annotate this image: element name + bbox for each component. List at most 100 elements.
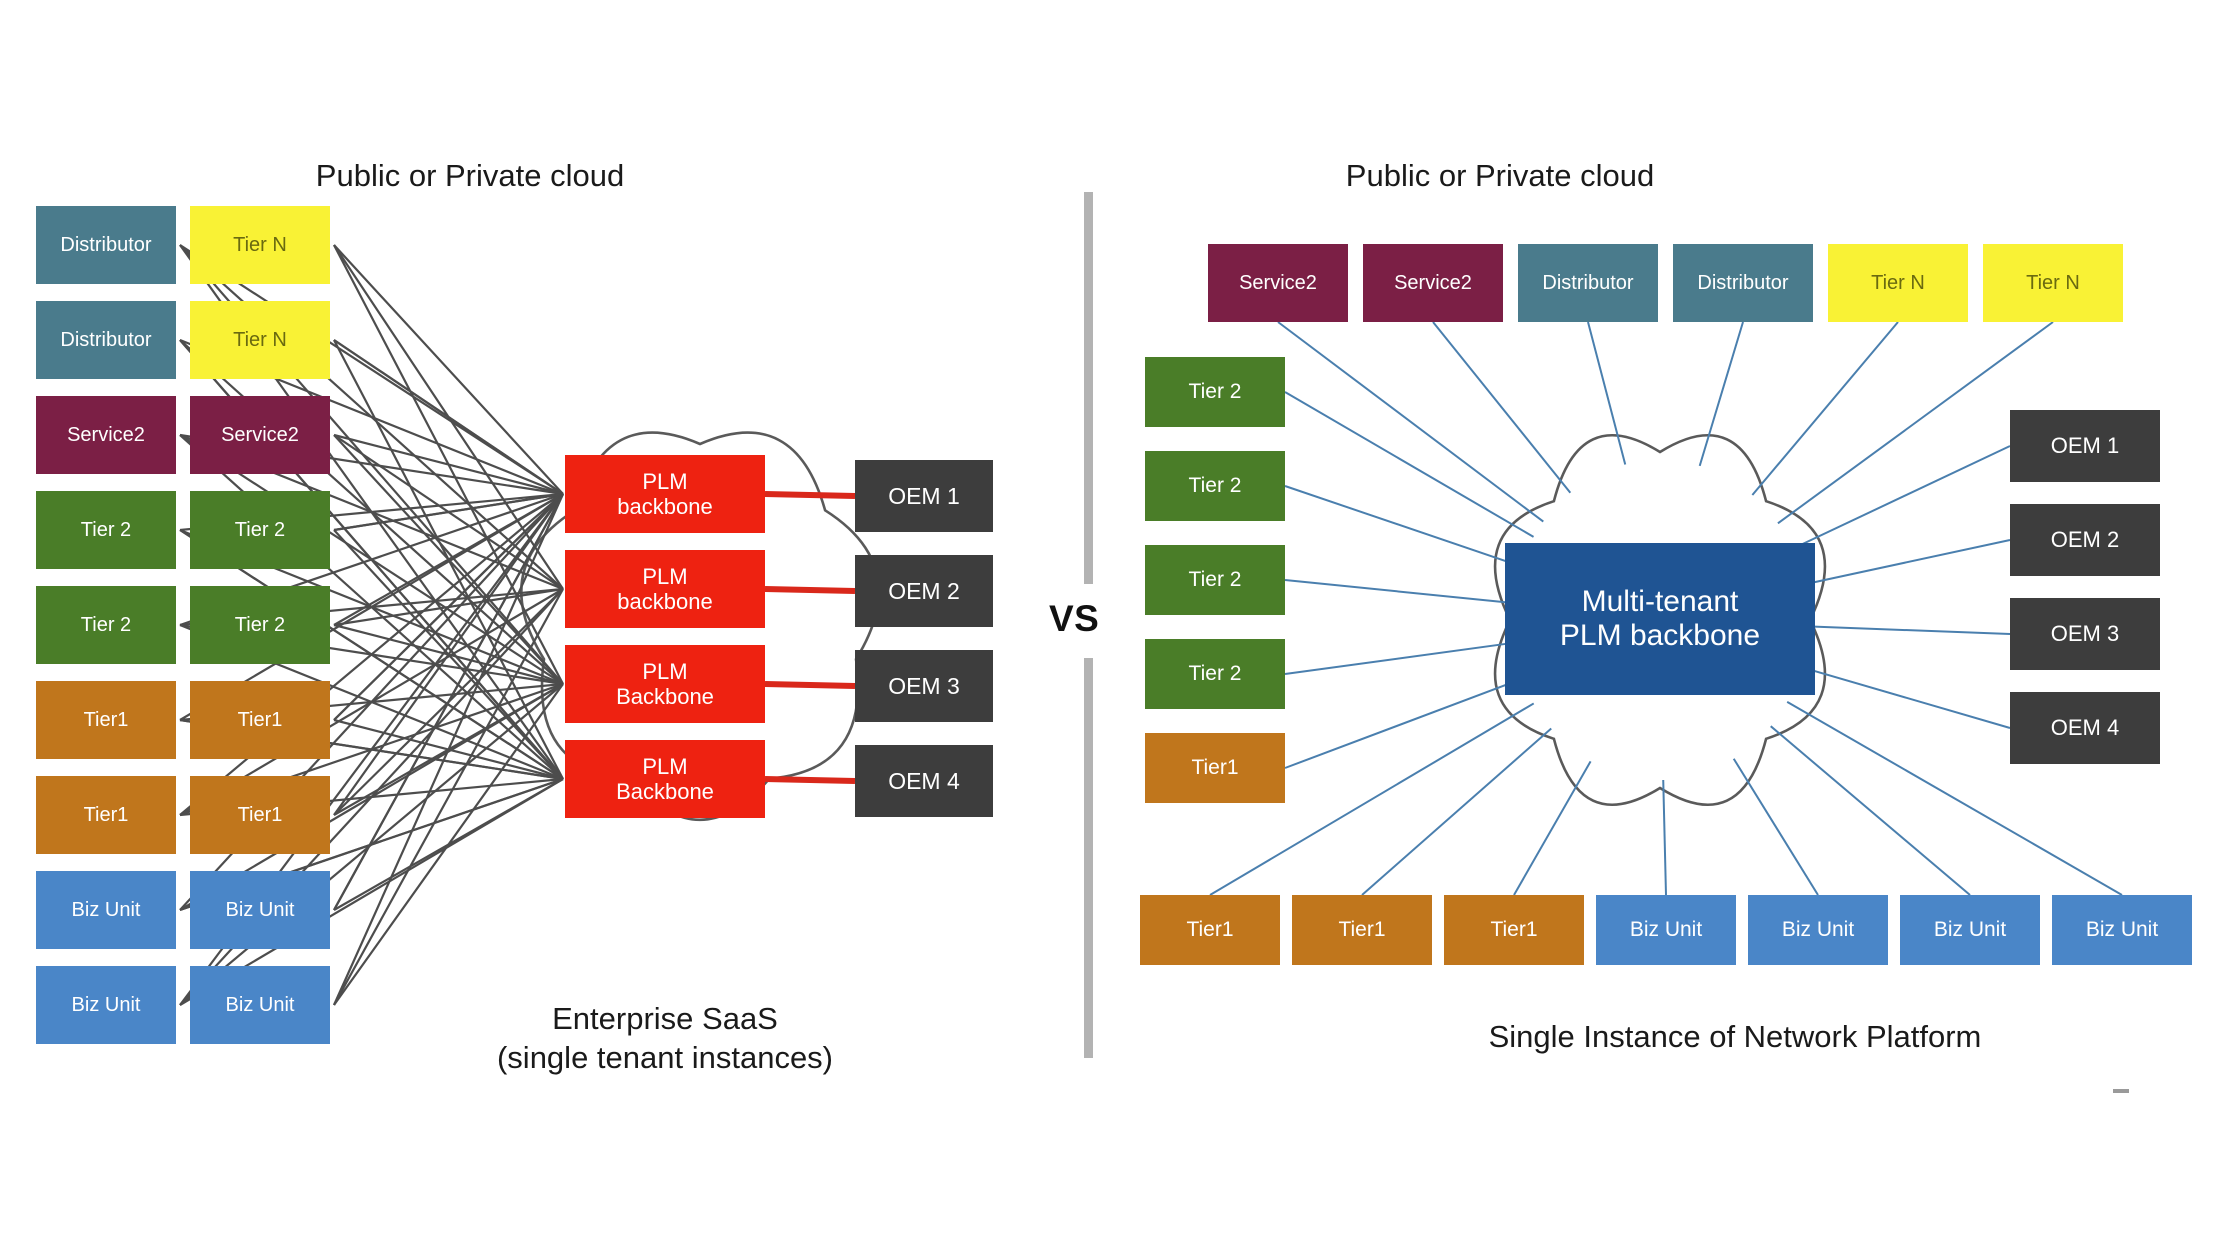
left-tenant-tier-n-3[interactable]: Tier N	[190, 301, 330, 379]
right-top-service2-0[interactable]: Service2	[1208, 244, 1348, 322]
right-left-tier-2-0[interactable]: Tier 2	[1145, 357, 1285, 427]
right-bottom-biz-unit-3[interactable]: Biz Unit	[1596, 895, 1736, 965]
right-left-tier1-4-label: Tier1	[1191, 755, 1239, 779]
connector-line	[1361, 727, 1552, 896]
right-top-service2-1[interactable]: Service2	[1363, 244, 1503, 322]
left-tenant-biz-unit-14-label: Biz Unit	[71, 898, 141, 921]
connector-line	[1284, 677, 1523, 769]
left-tenant-service2-5-label: Service2	[221, 423, 299, 446]
left-tenant-tier-n-1[interactable]: Tier N	[190, 206, 330, 284]
left-tenant-tier-2-9[interactable]: Tier 2	[190, 586, 330, 664]
right-bottom-biz-unit-4[interactable]: Biz Unit	[1748, 895, 1888, 965]
right-left-tier-2-3[interactable]: Tier 2	[1145, 639, 1285, 709]
left-tenant-biz-unit-16[interactable]: Biz Unit	[36, 966, 176, 1044]
right-left-tier-2-2[interactable]: Tier 2	[1145, 545, 1285, 615]
left-oem-1[interactable]: OEM 1	[855, 460, 993, 532]
left-tenant-biz-unit-15-label: Biz Unit	[225, 898, 295, 921]
right-bottom-tier1-0-label: Tier1	[1186, 917, 1234, 941]
left-tenant-tier-2-6[interactable]: Tier 2	[36, 491, 176, 569]
connector-line	[1284, 485, 1521, 568]
left-tenant-distributor-0[interactable]: Distributor	[36, 206, 176, 284]
connector-line	[1662, 779, 1667, 896]
left-oem-3[interactable]: OEM 3	[855, 650, 993, 722]
right-oem-4-label: OEM 4	[2050, 715, 2120, 741]
connector-line	[1284, 579, 1513, 605]
connector-line	[333, 339, 564, 495]
right-oem-4[interactable]: OEM 4	[2010, 692, 2160, 764]
left-tenant-biz-unit-15[interactable]: Biz Unit	[190, 871, 330, 949]
connector-line	[1807, 625, 2011, 635]
connector-line	[333, 587, 564, 627]
connector-line	[764, 776, 856, 784]
connector-line	[1770, 725, 1971, 896]
multi-tenant-plm-backbone-box-label: Multi-tenant PLM backbone	[1559, 584, 1761, 653]
left-plm-backbone-3[interactable]: PLM Backbone	[565, 645, 765, 723]
connector-line	[333, 718, 564, 781]
connector-line	[333, 588, 564, 816]
right-bottom-tier1-2[interactable]: Tier1	[1444, 895, 1584, 965]
left-plm-backbone-1[interactable]: PLM backbone	[565, 455, 765, 533]
left-caption: Enterprise SaaS (single tenant instances…	[496, 1001, 834, 1075]
left-tenant-tier1-12[interactable]: Tier1	[36, 776, 176, 854]
right-top-tier-n-5[interactable]: Tier N	[1983, 244, 2123, 322]
left-tenant-distributor-2[interactable]: Distributor	[36, 301, 176, 379]
connector-line	[764, 586, 856, 594]
left-tenant-service2-5[interactable]: Service2	[190, 396, 330, 474]
left-plm-backbone-2[interactable]: PLM backbone	[565, 550, 765, 628]
connector-line	[1284, 391, 1535, 538]
left-tenant-tier1-10[interactable]: Tier1	[36, 681, 176, 759]
right-oem-2-label: OEM 2	[2050, 527, 2120, 553]
connector-line	[764, 491, 856, 499]
right-bottom-tier1-1[interactable]: Tier1	[1292, 895, 1432, 965]
connector-line	[764, 681, 856, 689]
right-top-distributor-2[interactable]: Distributor	[1518, 244, 1658, 322]
connector-line	[333, 244, 564, 685]
stray-artifact-mark	[2113, 1089, 2129, 1093]
vs-label: VS	[1049, 598, 1100, 639]
connector-line	[333, 683, 564, 816]
left-tenant-tier-n-1-label: Tier N	[233, 233, 287, 256]
right-oem-1[interactable]: OEM 1	[2010, 410, 2160, 482]
left-tenant-tier-2-7[interactable]: Tier 2	[190, 491, 330, 569]
right-oem-3[interactable]: OEM 3	[2010, 598, 2160, 670]
connector-line	[333, 778, 564, 911]
right-oem-2[interactable]: OEM 2	[2010, 504, 2160, 576]
connector-line	[1277, 321, 1544, 523]
right-top-tier-n-4[interactable]: Tier N	[1828, 244, 1968, 322]
connector-line	[333, 434, 564, 685]
left-oem-1-label: OEM 1	[888, 482, 960, 509]
left-tenant-tier1-13[interactable]: Tier1	[190, 776, 330, 854]
left-oem-2[interactable]: OEM 2	[855, 555, 993, 627]
right-bottom-biz-unit-6[interactable]: Biz Unit	[2052, 895, 2192, 965]
right-bottom-biz-unit-5-label: Biz Unit	[1933, 917, 2007, 941]
right-top-distributor-2-label: Distributor	[1542, 271, 1634, 294]
left-oem-2-label: OEM 2	[888, 577, 960, 604]
left-tenant-tier-n-3-label: Tier N	[233, 328, 287, 351]
right-bottom-biz-unit-4-label: Biz Unit	[1781, 917, 1855, 941]
right-left-tier-2-1[interactable]: Tier 2	[1145, 451, 1285, 521]
vs-divider-top	[1084, 192, 1093, 584]
connector-line	[1698, 321, 1744, 467]
left-oem-4[interactable]: OEM 4	[855, 745, 993, 817]
connector-line	[1587, 321, 1627, 465]
left-plm-backbone-4[interactable]: PLM Backbone	[565, 740, 765, 818]
left-tenant-biz-unit-17[interactable]: Biz Unit	[190, 966, 330, 1044]
right-bottom-tier1-0[interactable]: Tier1	[1140, 895, 1280, 965]
right-bottom-biz-unit-5[interactable]: Biz Unit	[1900, 895, 2040, 965]
left-tenant-tier-2-7-label: Tier 2	[234, 518, 286, 541]
left-plm-backbone-1-label: PLM backbone	[617, 468, 713, 519]
right-top-tier-n-4-label: Tier N	[1871, 271, 1925, 294]
left-tenant-tier1-11[interactable]: Tier1	[190, 681, 330, 759]
right-top-distributor-3[interactable]: Distributor	[1673, 244, 1813, 322]
right-left-tier1-4[interactable]: Tier1	[1145, 733, 1285, 803]
right-top-service2-0-label: Service2	[1239, 271, 1317, 294]
connector-line	[333, 434, 564, 590]
connector-line	[333, 493, 564, 721]
left-tenant-biz-unit-14[interactable]: Biz Unit	[36, 871, 176, 949]
left-tenant-tier-2-8[interactable]: Tier 2	[36, 586, 176, 664]
left-tenant-service2-4[interactable]: Service2	[36, 396, 176, 474]
connector-line	[333, 623, 564, 686]
left-tenant-biz-unit-17-label: Biz Unit	[225, 993, 295, 1016]
left-tenant-distributor-0-label: Distributor	[60, 233, 152, 256]
multi-tenant-plm-backbone-box[interactable]: Multi-tenant PLM backbone	[1505, 543, 1815, 695]
